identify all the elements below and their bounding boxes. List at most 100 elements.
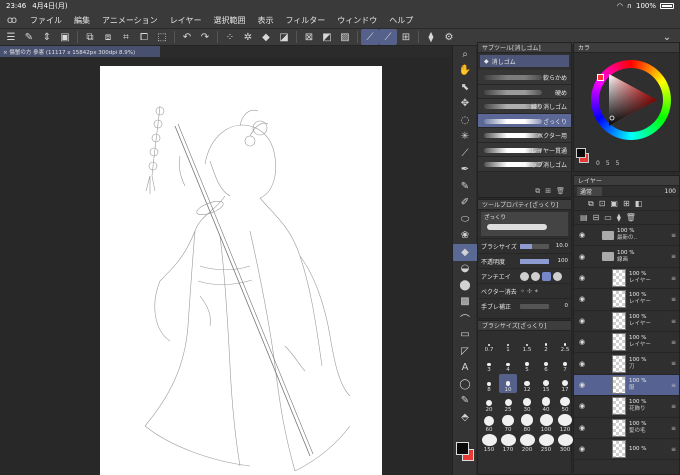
export-icon[interactable]: ⧫ (422, 29, 440, 45)
brush-size-preset[interactable]: 170 (499, 434, 517, 453)
brush-size-preset[interactable]: 70 (499, 414, 517, 433)
cut-icon[interactable]: ⌗ (117, 29, 135, 45)
brush-size-preset[interactable]: 1.5 (518, 334, 536, 353)
lock-alpha-icon[interactable]: ⊞ (623, 199, 630, 208)
stabilization-row[interactable]: 手ブレ補正 0 (478, 298, 571, 313)
object-tool-icon[interactable]: ⬉ (453, 79, 477, 96)
layer-menu-icon[interactable]: ≡ (671, 382, 676, 389)
brush-size-preset[interactable]: 7 (556, 354, 574, 373)
reference-layer-icon[interactable]: ⊡ (599, 199, 606, 208)
brush-size-preset[interactable]: 25 (499, 394, 517, 413)
brush-size-preset[interactable]: 150 (480, 434, 498, 453)
eye-icon[interactable]: ◉ (574, 253, 590, 261)
layer-menu-icon[interactable]: ≡ (671, 360, 676, 367)
color-header[interactable]: カラ (574, 43, 679, 53)
brush-size-preset[interactable]: 2 (537, 334, 555, 353)
eye-icon[interactable]: ◉ (574, 274, 590, 282)
stabilization-slider[interactable] (520, 303, 549, 309)
eye-icon[interactable]: ◉ (574, 402, 590, 410)
layer-row[interactable]: ◉ 100 % 花飾り ≡ (574, 396, 679, 418)
menu-selection[interactable]: 選択範囲 (207, 15, 251, 26)
blend-mode-row[interactable]: 通常 100 (574, 186, 679, 197)
menu-view[interactable]: 表示 (251, 15, 279, 26)
snap-grid-icon[interactable]: ⊞ (397, 29, 415, 45)
brush-tool-icon[interactable]: ✐ (453, 195, 477, 212)
brush-size-preset[interactable]: 50 (556, 394, 574, 413)
antialias-weak[interactable] (531, 271, 540, 281)
layer-row[interactable]: ◉ 100 % レイヤー ≡ (574, 268, 679, 290)
ruler-tool-icon[interactable]: ◸ (453, 343, 477, 360)
stroke-selection-icon[interactable]: ◪ (275, 29, 293, 45)
balloon-tool-icon[interactable]: ◯ (453, 376, 477, 393)
brush-size-preset[interactable]: 0.7 (480, 334, 498, 353)
hand-tool-icon[interactable]: ✋ (453, 63, 477, 80)
decoration-tool-icon[interactable]: ❀ (453, 228, 477, 245)
redo-icon[interactable]: ↷ (196, 29, 214, 45)
menu-edit[interactable]: 編集 (68, 15, 96, 26)
brush-size-preset[interactable]: 60 (480, 414, 498, 433)
layer-menu-icon[interactable]: ≡ (671, 296, 676, 303)
subtool-header[interactable]: サブツール[消しゴム] (478, 43, 571, 53)
lasso-tool-icon[interactable]: ◌ (453, 112, 477, 129)
text-tool-icon[interactable]: A (453, 360, 477, 377)
mask-layer-icon[interactable]: ◧ (635, 199, 643, 208)
layer-menu-icon[interactable]: ≡ (671, 253, 676, 260)
brush-size-preset[interactable]: 200 (518, 434, 536, 453)
correct-line-tool-icon[interactable]: ✎ (453, 393, 477, 410)
crop-icon[interactable]: ▨ (336, 29, 354, 45)
brush-size-preset[interactable]: 250 (537, 434, 555, 453)
layer-row[interactable]: ◉ 100 % レイヤー ≡ (574, 289, 679, 311)
layer-row[interactable]: ◉ 100 % レイヤー ≡ (574, 311, 679, 332)
brush-size-preset[interactable]: 40 (537, 394, 555, 413)
layer-row[interactable]: ◉ 100 % レイヤー ≡ (574, 332, 679, 354)
layer-menu-icon[interactable]: ≡ (671, 318, 676, 325)
delete-subtool-icon[interactable]: 🗑 (556, 187, 565, 195)
clear-icon[interactable]: ⊠ (300, 29, 318, 45)
menu-file[interactable]: ファイル (24, 15, 68, 26)
snap-ruler-icon[interactable]: ⟋ (361, 29, 379, 45)
layer-menu-icon[interactable]: ≡ (671, 403, 676, 410)
main-color-chip[interactable] (456, 442, 469, 455)
color-chips[interactable] (456, 442, 474, 462)
clear-outside-icon[interactable]: ◩ (318, 29, 336, 45)
brush-size-preset[interactable]: 5 (518, 354, 536, 373)
layer-row-selected[interactable]: ◉ 100 % 服 ≡ (574, 374, 679, 397)
cp-main-color[interactable] (576, 148, 586, 158)
brush-size-preset[interactable]: 300 (556, 434, 574, 453)
eye-icon[interactable]: ◉ (574, 231, 590, 239)
brush-size-preset[interactable]: 2.5 (556, 334, 574, 353)
new-file-icon[interactable]: ✎ (20, 29, 38, 45)
subtool-group-tab[interactable]: ◆ 消しゴム (480, 55, 569, 67)
fill-tool-icon[interactable]: ⬤ (453, 277, 477, 294)
layer-row[interactable]: ◉ 100 % 刀 ≡ (574, 353, 679, 375)
antialias-none[interactable] (520, 271, 529, 281)
delete-layer-icon[interactable]: 🗑 (626, 213, 636, 222)
brush-item[interactable]: ベクター用 (478, 128, 571, 143)
eye-icon[interactable]: ◉ (574, 445, 590, 453)
operation-tool-icon[interactable]: ⬘ (453, 409, 477, 426)
brush-size-row[interactable]: ブラシサイズ 10.0 (478, 238, 571, 253)
new-layer-icon[interactable]: ▤ (580, 213, 588, 222)
transform-icon[interactable]: ⬚ (153, 29, 171, 45)
blend-tool-icon[interactable]: ◒ (453, 261, 477, 278)
opacity-row[interactable]: 不透明度 100 (478, 253, 571, 268)
layer-menu-icon[interactable]: ≡ (671, 275, 676, 282)
brush-size-preset[interactable]: 4 (499, 354, 517, 373)
eye-icon[interactable]: ◉ (574, 360, 590, 368)
brush-item[interactable]: 軟らかめ (478, 70, 571, 85)
brush-size-preset[interactable]: 80 (518, 414, 536, 433)
gradient-tool-icon[interactable]: ▩ (453, 294, 477, 311)
paste-icon[interactable]: ⧈ (99, 29, 117, 45)
clip-layer-icon[interactable]: ⧉ (588, 199, 594, 209)
antialias-strong[interactable] (553, 271, 562, 281)
hue-marker[interactable] (597, 74, 604, 81)
menu-animation[interactable]: アニメーション (96, 15, 164, 26)
brush-size-preset[interactable]: 8 (480, 374, 498, 393)
brush-item[interactable]: スナップ消しゴム (478, 157, 571, 172)
brush-item[interactable]: 練り消しゴム (478, 99, 571, 114)
color-panel-chips[interactable] (576, 148, 590, 164)
brush-size-preset[interactable]: 100 (537, 414, 555, 433)
undo-icon[interactable]: ↶ (178, 29, 196, 45)
zoom-tool-icon[interactable]: ⌕ (453, 46, 477, 63)
brush-size-preset[interactable]: 30 (518, 394, 536, 413)
